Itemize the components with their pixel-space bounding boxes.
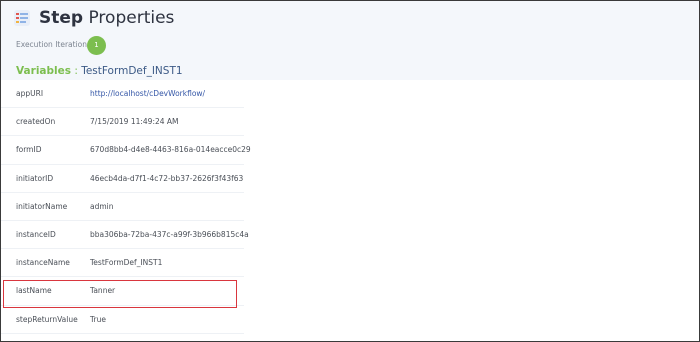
variables-panel: appURI http://localhost/cDevWorkflow/ cr… [1, 80, 699, 341]
execution-iteration-label: Execution Iteration: [16, 40, 90, 49]
header: Step Properties Execution Iteration: 1 V… [1, 1, 699, 81]
table-row: formID 670d8bb4-d4e8-4463-816a-014eacce0… [1, 136, 251, 165]
table-row: instanceID bba306ba-72ba-437c-a99f-3b966… [1, 221, 249, 250]
variable-key: initiatorID [16, 173, 54, 183]
variable-key: appURI [16, 89, 44, 98]
table-row: stepReturnValue True [1, 306, 244, 334]
variables-heading-label: Variables [16, 65, 71, 77]
variables-instance-name: TestFormDef_INST1 [81, 65, 183, 77]
list-icon [14, 10, 30, 26]
table-row: appURI http://localhost/cDevWorkflow/ [1, 80, 244, 109]
table-row: initiatorID 46ecb4da-d7f1-4c72-bb37-2626… [1, 165, 244, 193]
variables-table: appURI http://localhost/cDevWorkflow/ cr… [1, 80, 251, 334]
variable-key: initiatorName [16, 201, 68, 211]
variable-key: instanceID [16, 229, 56, 239]
page-title-rest: Properties [83, 8, 175, 28]
variables-heading: Variables : TestFormDef_INST1 [16, 65, 183, 77]
variable-key: instanceName [16, 258, 70, 268]
variable-value: Tanner [90, 286, 116, 296]
table-row: instanceName TestFormDef_INST1 [1, 249, 244, 278]
step-properties-window: Step Properties Execution Iteration: 1 V… [0, 0, 700, 342]
variables-heading-separator: : [71, 65, 82, 77]
table-row: lastName Tanner [1, 277, 244, 306]
variable-key: stepReturnValue [16, 314, 78, 324]
variable-value: True [90, 314, 106, 324]
table-row: initiatorName admin [1, 193, 244, 221]
page-title: Step Properties [39, 7, 174, 29]
variable-value: bba306ba-72ba-437c-a99f-3b966b815c4a [90, 229, 249, 239]
page-title-bold: Step [39, 8, 84, 28]
variable-key: createdOn [16, 117, 56, 127]
table-row: createdOn 7/15/2019 11:49:24 AM [1, 108, 244, 137]
variable-value: admin [90, 201, 114, 211]
variable-value: 7/15/2019 11:49:24 AM [90, 117, 179, 127]
execution-iteration-badge[interactable]: 1 [87, 36, 106, 55]
variable-value: TestFormDef_INST1 [90, 258, 163, 268]
variable-value: 46ecb4da-d7f1-4c72-bb37-2626f3f43f63 [90, 173, 244, 183]
variable-key: formID [16, 145, 42, 155]
variable-key: lastName [16, 286, 52, 296]
variable-value: 670d8bb4-d4e8-4463-816a-014eacce0c29 [90, 145, 251, 155]
variable-value-link[interactable]: http://localhost/cDevWorkflow/ [90, 89, 205, 98]
